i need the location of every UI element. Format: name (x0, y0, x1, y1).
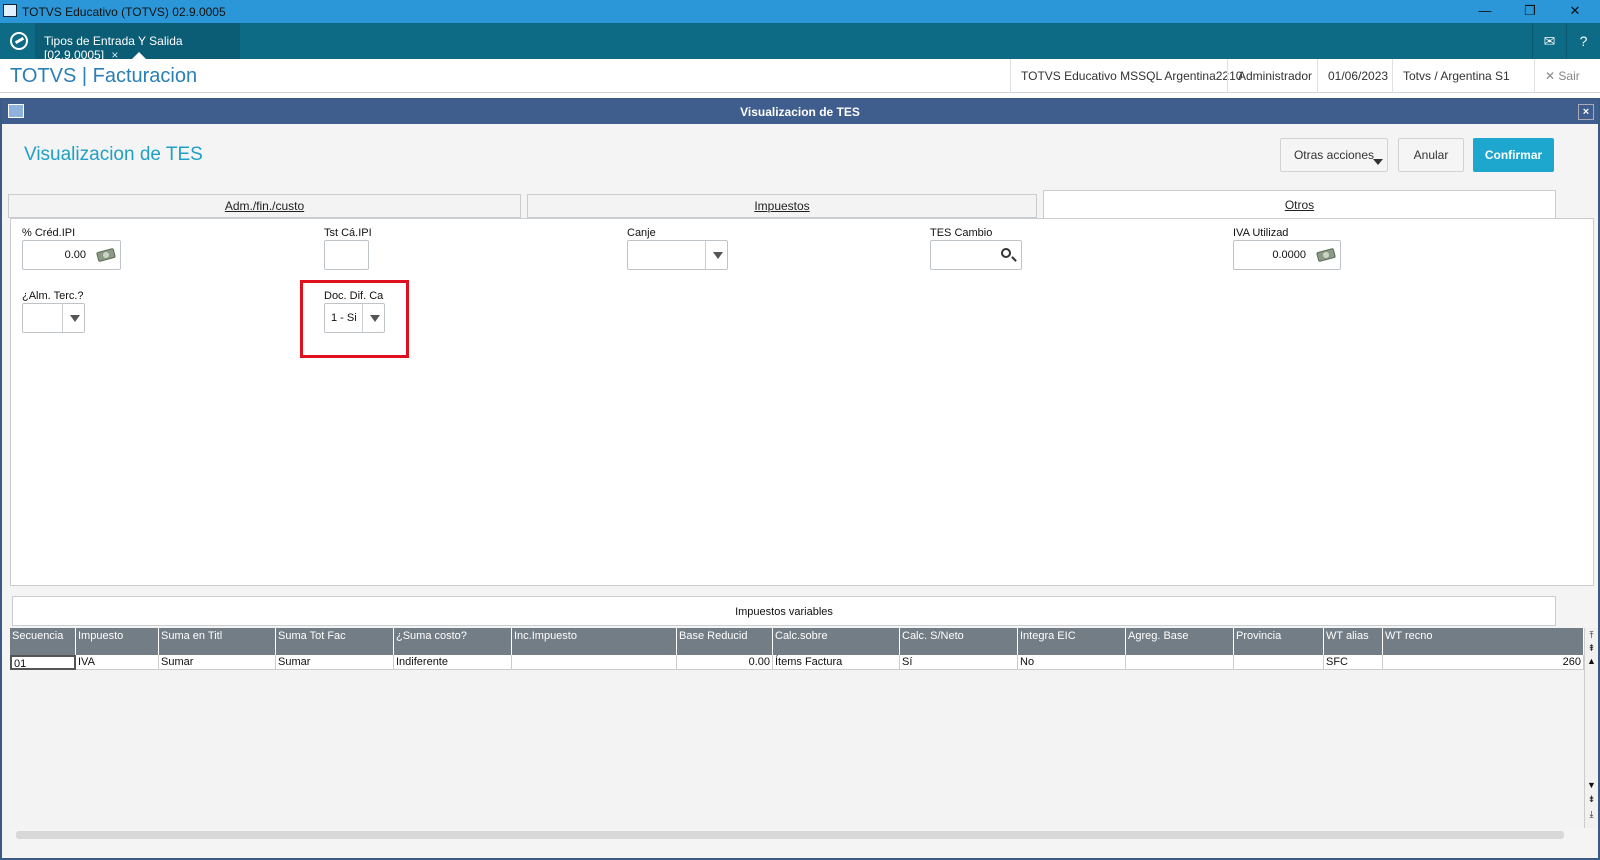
app-icon (3, 4, 17, 17)
scroll-page-down-icon[interactable]: ⇟ (1586, 794, 1597, 805)
chevron-down-icon[interactable] (70, 315, 80, 322)
column-header[interactable]: ¿Suma costo? (394, 628, 512, 655)
column-header[interactable]: Calc. S/Neto (900, 628, 1018, 655)
help-icon[interactable]: ? (1566, 23, 1600, 59)
impuestos-variables-panel: Impuestos variables Secuencia Impuesto S… (10, 594, 1598, 834)
table-cell[interactable]: 0.00 (677, 655, 773, 670)
grid-horizontal-scrollbar[interactable] (16, 831, 1564, 839)
cred-ipi-field[interactable]: 0.00 (22, 240, 121, 270)
column-header[interactable]: Base Reducid (677, 628, 773, 655)
search-icon[interactable] (1001, 248, 1011, 258)
iva-utilizad-value: 0.0000 (1272, 249, 1306, 261)
table-cell[interactable]: Sumar (276, 655, 394, 670)
dialog-title: Visualizacion de TES (740, 105, 860, 119)
cred-ipi-label: % Créd.IPI (22, 227, 76, 239)
cancel-button[interactable]: Anular (1398, 138, 1464, 172)
table-cell[interactable]: 01 (10, 655, 76, 670)
cred-ipi-value: 0.00 (64, 249, 86, 261)
dialog-close-button[interactable]: × (1578, 104, 1594, 120)
confirm-button[interactable]: Confirmar (1473, 138, 1554, 172)
column-header[interactable]: Provincia (1234, 628, 1324, 655)
chevron-down-icon[interactable] (713, 252, 723, 259)
active-tab-caret-icon (132, 52, 146, 59)
tab-otros[interactable]: Otros (1043, 190, 1556, 219)
scroll-bottom-icon[interactable]: ⤓ (1586, 809, 1597, 820)
column-header[interactable]: WT alias (1324, 628, 1383, 655)
calculator-icon[interactable] (96, 247, 116, 263)
exit-button[interactable]: ✕ Sair (1534, 59, 1590, 93)
table-cell[interactable] (1234, 655, 1324, 670)
grid-empty-area (10, 670, 1584, 828)
scroll-top-icon[interactable]: ⤒ (1586, 630, 1597, 641)
app-header: TOTVS | Facturacion TOTVS Educativo MSSQ… (0, 59, 1600, 93)
environment-info: TOTVS Educativo MSSQL Argentina2210 (1010, 59, 1252, 93)
tab-tipos-entrada-salida[interactable]: Tipos de Entrada Y Salida [02.9.0005] × (35, 23, 240, 62)
otros-form-panel: % Créd.IPI 0.00 Tst Cá.IPI Canje TES Cam… (10, 218, 1594, 586)
grid-vertical-scrollbar[interactable]: ⤒ ⇞ ▲ ▼ ⇟ ⤓ (1584, 628, 1598, 828)
tes-cambio-field[interactable] (930, 240, 1022, 270)
select-divider (62, 304, 63, 332)
column-header[interactable]: Integra EIC (1018, 628, 1126, 655)
column-header[interactable]: Secuencia (10, 628, 76, 655)
form-tabs: Adm./fin./custo Impuestos Otros (8, 190, 1594, 219)
dialog-icon (8, 104, 24, 118)
table-cell[interactable]: Indiferente (394, 655, 512, 670)
calculator-icon[interactable] (1316, 247, 1336, 263)
column-header[interactable]: Inc.Impuesto (512, 628, 677, 655)
program-tabbar: Tipos de Entrada Y Salida [02.9.0005] × … (0, 23, 1600, 62)
window-title: TOTVS Educativo (TOTVS) 02.9.0005 (22, 5, 226, 19)
canje-label: Canje (627, 227, 656, 239)
other-actions-button[interactable]: Otras acciones (1280, 138, 1388, 172)
other-actions-label: Otras acciones (1293, 148, 1375, 162)
column-header[interactable]: Suma Tot Fac (276, 628, 394, 655)
tab-impuestos[interactable]: Impuestos (527, 194, 1037, 218)
tst-ca-ipi-field[interactable] (324, 240, 369, 270)
tst-ca-ipi-label: Tst Cá.IPI (324, 227, 372, 239)
table-cell[interactable]: No (1018, 655, 1126, 670)
highlight-box (300, 280, 409, 358)
table-cell[interactable]: SFC (1324, 655, 1383, 670)
module-brand: TOTVS | Facturacion (10, 65, 198, 87)
dialog-titlebar: Visualizacion de TES × (2, 100, 1598, 124)
table-cell[interactable]: IVA (76, 655, 159, 670)
window-titlebar: TOTVS Educativo (TOTVS) 02.9.0005 — ❐ ✕ (0, 0, 1600, 23)
scroll-down-icon[interactable]: ▼ (1586, 780, 1597, 791)
iva-utilizad-field[interactable]: 0.0000 (1233, 240, 1341, 270)
column-header[interactable]: WT recno (1383, 628, 1584, 655)
branch-info[interactable]: Totvs / Argentina S1 (1392, 59, 1520, 93)
table-cell[interactable] (512, 655, 677, 670)
select-divider (705, 241, 706, 269)
date-info: 01/06/2023 (1317, 59, 1398, 93)
iva-utilizad-label: IVA Utilizad (1233, 227, 1289, 239)
restore-button[interactable]: ❐ (1510, 1, 1550, 21)
user-info: Administrador (1227, 59, 1322, 93)
table-cell[interactable]: 260 (1383, 655, 1584, 670)
totvs-logo-icon[interactable] (10, 32, 28, 50)
canje-select[interactable] (627, 240, 728, 270)
grid-title: Impuestos variables (12, 596, 1556, 626)
table-cell[interactable]: Sumar (159, 655, 276, 670)
column-header[interactable]: Suma en Titl (159, 628, 276, 655)
column-header[interactable]: Calc.sobre (773, 628, 900, 655)
tes-dialog: Visualizacion de TES × Visualizacion de … (0, 98, 1600, 860)
close-window-button[interactable]: ✕ (1555, 1, 1595, 21)
table-cell[interactable] (1126, 655, 1234, 670)
alm-terc-select[interactable] (22, 303, 85, 333)
alm-terc-label: ¿Alm. Terc.? (22, 290, 84, 302)
scroll-up-icon[interactable]: ▲ (1586, 656, 1597, 667)
scroll-page-up-icon[interactable]: ⇞ (1586, 643, 1597, 654)
table-cell[interactable]: Ítems Factura (773, 655, 900, 670)
column-header[interactable]: Agreg. Base (1126, 628, 1234, 655)
tab-adm-fin-custo[interactable]: Adm./fin./custo (8, 194, 521, 218)
column-header[interactable]: Impuesto (76, 628, 159, 655)
mail-icon[interactable]: ✉ (1532, 23, 1566, 59)
chevron-down-icon (1373, 159, 1383, 165)
minimize-button[interactable]: — (1465, 1, 1505, 21)
table-cell[interactable]: Sí (900, 655, 1018, 670)
page-title: Visualizacion de TES (24, 144, 203, 165)
tes-cambio-label: TES Cambio (930, 227, 993, 239)
